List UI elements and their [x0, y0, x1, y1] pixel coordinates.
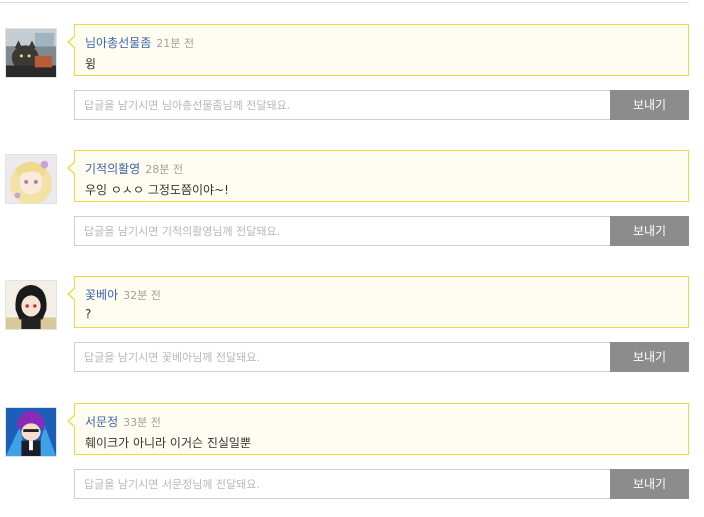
comment-text: 우잉 ㅇㅅㅇ 그정도쯤이야~! [85, 183, 229, 197]
dark-hair-anime-avatar[interactable] [5, 280, 57, 330]
blonde-anime-girl-avatar[interactable] [5, 154, 57, 204]
comment-meta: 님아총선물좀 21분 전 [85, 34, 194, 51]
author-name-link[interactable]: 꽃베아 [85, 288, 118, 302]
comment-time: 28분 전 [145, 163, 183, 176]
cat-photo-avatar[interactable] [5, 28, 57, 78]
reply-form: 보내기 [74, 216, 689, 246]
comment-meta: 기적의활영 28분 전 [85, 160, 183, 177]
comment-bubble: 꽃베아 32분 전 ? [67, 276, 689, 328]
comment-item: 님아총선물좀 21분 전 윙 보내기 [0, 24, 704, 124]
comment-item: 서문정 33분 전 훼이크가 아니라 이거슨 진실일뿐 보내기 [0, 403, 704, 503]
comment-text: 훼이크가 아니라 이거슨 진실일뿐 [85, 436, 252, 450]
top-divider [0, 2, 689, 3]
comment-text: ? [85, 307, 92, 321]
author-name-link[interactable]: 기적의활영 [85, 162, 140, 176]
author-name-link[interactable]: 서문정 [85, 415, 118, 429]
purple-hair-character-avatar[interactable] [5, 407, 57, 457]
comment-meta: 꽃베아 32분 전 [85, 286, 161, 303]
comment-bubble: 기적의활영 28분 전 우잉 ㅇㅅㅇ 그정도쯤이야~! [67, 150, 689, 202]
reply-form: 보내기 [74, 342, 689, 372]
comment-item: 꽃베아 32분 전 ? 보내기 [0, 276, 704, 376]
reply-input[interactable] [74, 342, 611, 372]
comment-bubble: 서문정 33분 전 훼이크가 아니라 이거슨 진실일뿐 [67, 403, 689, 455]
send-button[interactable]: 보내기 [610, 90, 689, 120]
comment-bubble: 님아총선물좀 21분 전 윙 [67, 24, 689, 76]
send-button[interactable]: 보내기 [610, 216, 689, 246]
comment-text: 윙 [85, 57, 97, 71]
reply-form: 보내기 [74, 90, 689, 120]
send-button[interactable]: 보내기 [610, 469, 689, 499]
comment-meta: 서문정 33분 전 [85, 413, 161, 430]
comment-item: 기적의활영 28분 전 우잉 ㅇㅅㅇ 그정도쯤이야~! 보내기 [0, 150, 704, 250]
reply-input[interactable] [74, 90, 611, 120]
send-button[interactable]: 보내기 [610, 342, 689, 372]
author-name-link[interactable]: 님아총선물좀 [85, 36, 151, 50]
reply-input[interactable] [74, 216, 611, 246]
reply-input[interactable] [74, 469, 611, 499]
comment-time: 21분 전 [156, 37, 194, 50]
comment-time: 32분 전 [123, 289, 161, 302]
comment-time: 33분 전 [123, 416, 161, 429]
reply-form: 보내기 [74, 469, 689, 499]
